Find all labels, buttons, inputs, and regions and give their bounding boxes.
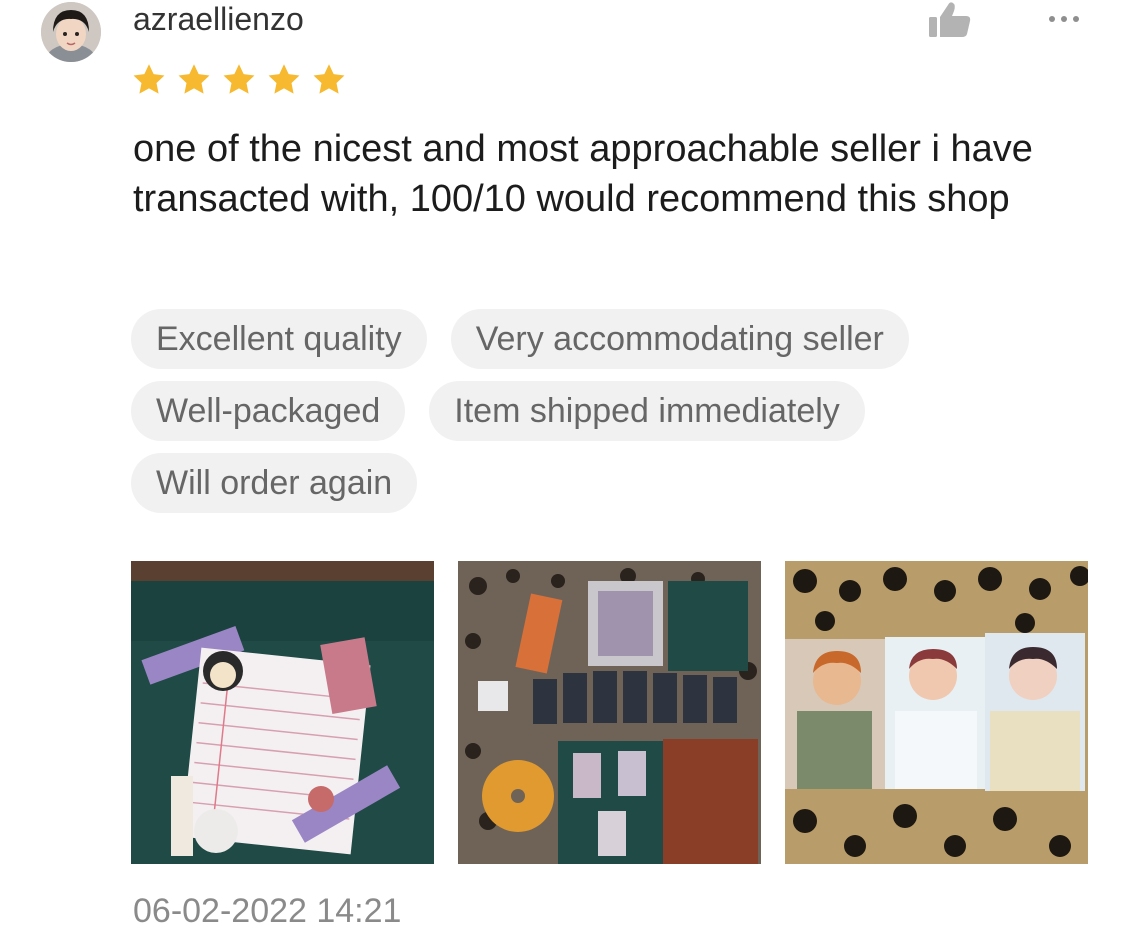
more-dots-icon — [1049, 16, 1079, 22]
username[interactable]: azraellienzo — [133, 0, 304, 38]
photo-album-contents-thumbnail — [458, 561, 761, 864]
photo-letter-thumbnail — [131, 561, 434, 864]
review-photo[interactable] — [785, 561, 1088, 864]
review-text: one of the nicest and most approachable … — [133, 128, 1033, 220]
star-icon — [178, 64, 210, 94]
tag-chip[interactable]: Item shipped immediately — [429, 381, 865, 441]
review-tags: Excellent quality Very accommodating sel… — [131, 309, 1091, 525]
star-icon — [268, 64, 300, 94]
tag-chip[interactable]: Well-packaged — [131, 381, 406, 441]
avatar[interactable] — [41, 2, 101, 62]
like-button[interactable] — [926, 0, 974, 40]
review-photo[interactable] — [458, 561, 761, 864]
star-icon — [313, 64, 345, 94]
photo-photocards-thumbnail — [785, 561, 1088, 864]
review-photos — [131, 561, 1088, 864]
review-timestamp: 06-02-2022 14:21 — [133, 892, 402, 930]
more-options-button[interactable] — [1044, 4, 1084, 34]
star-icon — [133, 64, 165, 94]
avatar-image — [41, 2, 101, 62]
thumbs-up-icon — [929, 2, 971, 38]
tag-chip[interactable]: Will order again — [131, 453, 418, 513]
review-photo[interactable] — [131, 561, 434, 864]
rating-stars — [131, 62, 347, 98]
star-icon — [223, 64, 255, 94]
tag-chip[interactable]: Very accommodating seller — [450, 309, 909, 369]
tag-chip[interactable]: Excellent quality — [131, 309, 427, 369]
